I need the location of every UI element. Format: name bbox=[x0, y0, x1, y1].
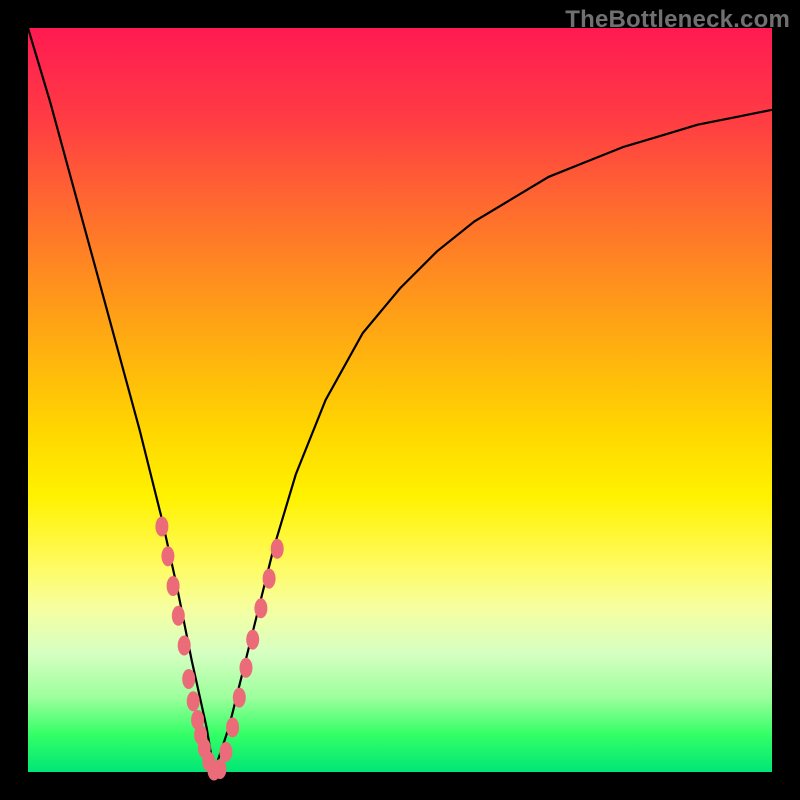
sample-point bbox=[182, 669, 195, 689]
sample-point bbox=[161, 546, 174, 566]
sample-point bbox=[214, 759, 227, 779]
bottleneck-curve bbox=[28, 28, 772, 772]
sample-point bbox=[233, 688, 246, 708]
sample-point bbox=[226, 717, 239, 737]
sample-point bbox=[178, 636, 191, 656]
sample-point bbox=[263, 569, 276, 589]
sample-point bbox=[172, 606, 185, 626]
sample-point bbox=[219, 742, 232, 762]
sample-point bbox=[246, 630, 259, 650]
sample-point bbox=[167, 576, 180, 596]
bottleneck-curve-svg bbox=[28, 28, 772, 772]
sample-point-markers bbox=[155, 517, 283, 781]
chart-frame: TheBottleneck.com bbox=[0, 0, 800, 800]
sample-point bbox=[254, 598, 267, 618]
sample-point bbox=[240, 658, 253, 678]
sample-point bbox=[187, 691, 200, 711]
sample-point bbox=[155, 517, 168, 537]
sample-point bbox=[271, 539, 284, 559]
